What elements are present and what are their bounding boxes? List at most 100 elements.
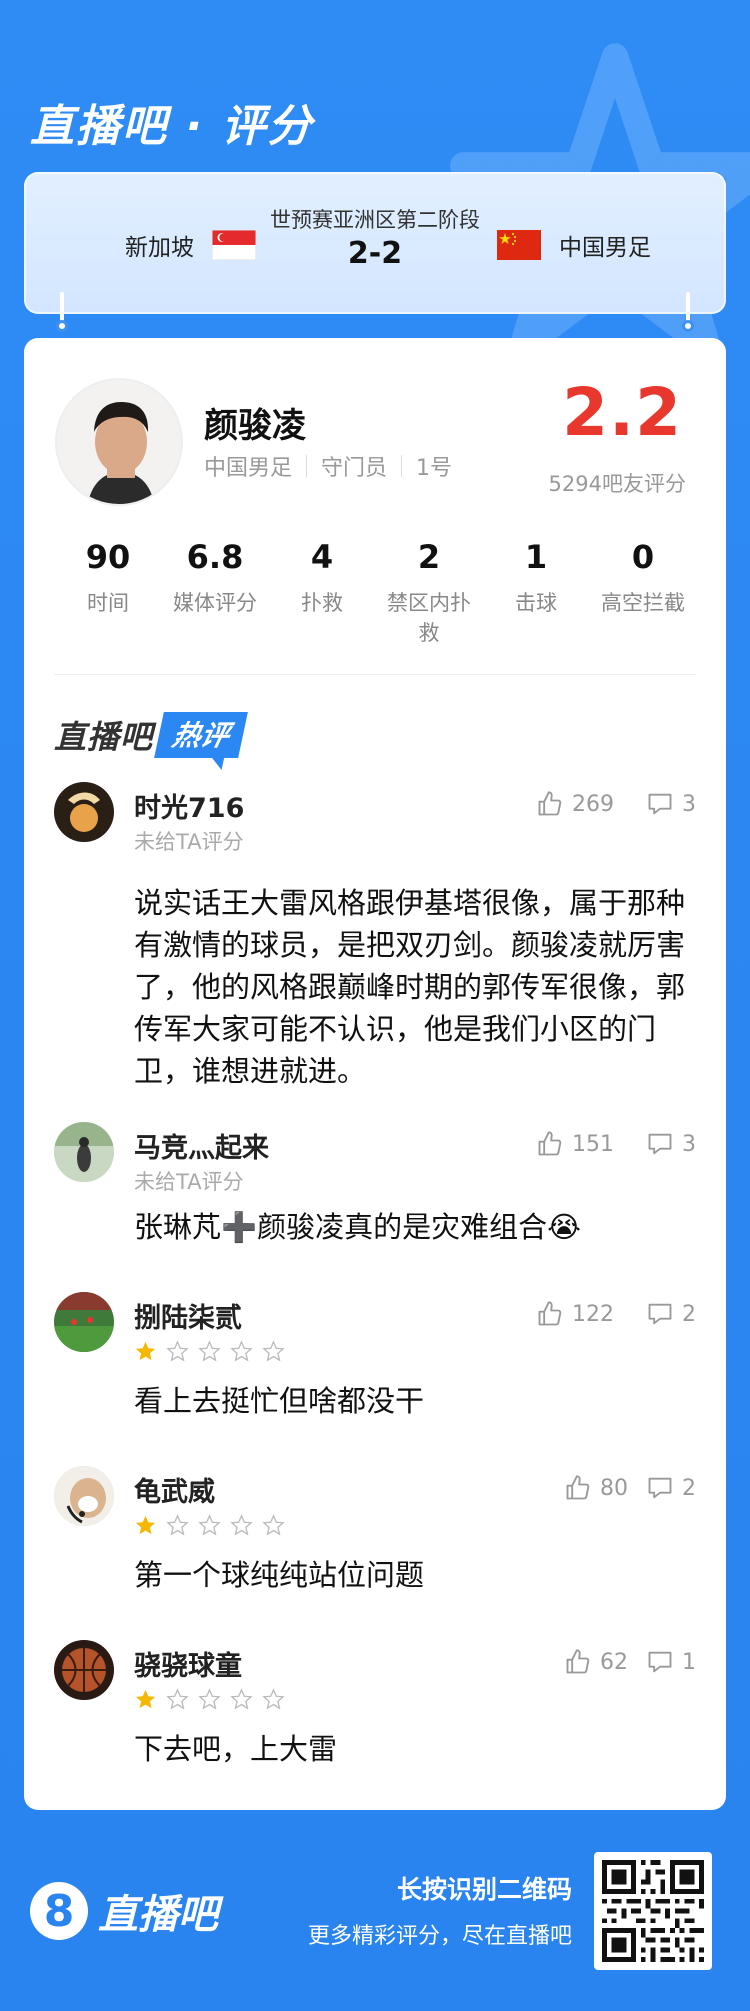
comment-text: 下去吧，上大雷 bbox=[134, 1732, 338, 1766]
stat-box-saves: 2 禁区内扑救 bbox=[375, 538, 483, 648]
like-count: 122 bbox=[572, 1301, 614, 1327]
star-empty-icon bbox=[262, 1340, 285, 1362]
away-team: 中国男足 bbox=[497, 228, 651, 262]
player-avatar bbox=[55, 378, 183, 506]
stat-value: 1 bbox=[524, 538, 548, 576]
stat-punches: 1 击球 bbox=[482, 538, 590, 618]
reply-count: 2 bbox=[682, 1475, 696, 1501]
stat-value: 4 bbox=[310, 538, 334, 576]
away-team-name: 中国男足 bbox=[559, 235, 651, 261]
stat-time: 90 时间 bbox=[54, 538, 162, 618]
reply-count: 1 bbox=[682, 1649, 696, 1675]
stat-media-rating: 6.8 媒体评分 bbox=[161, 538, 269, 618]
star-empty-icon bbox=[230, 1514, 253, 1536]
like-button[interactable]: 151 bbox=[536, 1130, 614, 1158]
star-empty-icon bbox=[166, 1688, 189, 1710]
star-empty-icon bbox=[230, 1688, 253, 1710]
stat-value: 2 bbox=[417, 538, 441, 576]
qr-code[interactable] bbox=[594, 1852, 712, 1970]
player-rating: 2.2 bbox=[562, 374, 682, 451]
thumbs-up-icon bbox=[538, 1131, 562, 1156]
star-empty-icon bbox=[262, 1688, 285, 1710]
star-rating bbox=[134, 1514, 285, 1537]
qr-hint: 长按识别二维码 bbox=[396, 1875, 572, 1904]
comment-icon bbox=[648, 1303, 672, 1325]
star-empty-icon bbox=[262, 1514, 285, 1536]
player-number: 1号 bbox=[416, 456, 453, 481]
meta-divider bbox=[306, 455, 308, 477]
comment-icon bbox=[648, 1651, 672, 1673]
stat-label: 时间 bbox=[87, 591, 129, 615]
meta-divider bbox=[401, 455, 403, 477]
player-name: 颜骏凌 bbox=[204, 406, 306, 446]
thumbs-up-icon bbox=[538, 791, 562, 816]
hot-comments-header: 直播吧 热评 bbox=[54, 710, 248, 760]
star-empty-icon bbox=[230, 1340, 253, 1362]
rating-count: 5294吧友评分 bbox=[548, 472, 686, 496]
comment-username[interactable]: 马竞灬起来 bbox=[134, 1126, 269, 1165]
avatar[interactable] bbox=[54, 1466, 114, 1526]
star-rating bbox=[134, 1340, 285, 1363]
star-empty-icon bbox=[198, 1688, 221, 1710]
comment-icon bbox=[648, 793, 672, 815]
comment-username[interactable]: 捌陆柒贰 bbox=[134, 1296, 242, 1335]
reply-button[interactable]: 3 bbox=[646, 790, 696, 818]
avatar[interactable] bbox=[54, 1122, 114, 1182]
like-button[interactable]: 80 bbox=[564, 1474, 628, 1502]
page-title: 直播吧 · 评分 bbox=[30, 101, 314, 152]
like-count: 151 bbox=[572, 1131, 614, 1157]
thumbs-up-icon bbox=[566, 1649, 590, 1674]
comment-text: 张琳芃➕颜骏凌真的是灾难组合😭 bbox=[134, 1210, 581, 1244]
like-count: 62 bbox=[600, 1649, 628, 1675]
logo-icon: 8 bbox=[30, 1882, 88, 1940]
comment-username[interactable]: 时光716 bbox=[134, 786, 244, 825]
thumbs-up-icon bbox=[538, 1301, 562, 1326]
comment-rating-status: 未给TA评分 bbox=[134, 830, 244, 854]
reply-count: 3 bbox=[682, 1131, 696, 1157]
star-filled-icon bbox=[135, 1515, 156, 1535]
reply-button[interactable]: 2 bbox=[646, 1300, 696, 1328]
player-rating-card: 颜骏凌 中国男足 守门员 1号 2.2 5294吧友评分 90 时间 6.8 媒… bbox=[24, 338, 726, 1810]
comment-username[interactable]: 骁骁球童 bbox=[134, 1644, 242, 1683]
stat-label: 高空拦截 bbox=[601, 591, 685, 615]
stat-label: 禁区内扑救 bbox=[387, 591, 471, 645]
footer-cta: 长按识别二维码 更多精彩评分，尽在直播吧 bbox=[308, 1870, 572, 1950]
stat-value: 90 bbox=[85, 538, 131, 576]
star-rating bbox=[134, 1688, 285, 1711]
reply-button[interactable]: 2 bbox=[646, 1474, 696, 1502]
comment-text: 第一个球纯纯站位问题 bbox=[134, 1558, 425, 1592]
comment-text: 看上去挺忙但啥都没干 bbox=[134, 1384, 425, 1418]
stat-value: 6.8 bbox=[186, 538, 244, 576]
avatar[interactable] bbox=[54, 1292, 114, 1352]
avatar[interactable] bbox=[54, 782, 114, 842]
star-empty-icon bbox=[166, 1514, 189, 1536]
star-empty-icon bbox=[198, 1340, 221, 1362]
like-button[interactable]: 122 bbox=[536, 1300, 614, 1328]
player-meta: 中国男足 守门员 1号 bbox=[204, 450, 452, 482]
like-count: 269 bbox=[572, 791, 614, 817]
reply-count: 3 bbox=[682, 791, 696, 817]
comment-text: 说实话王大雷风格跟伊基塔很像，属于那种有激情的球员，是把双刃剑。颜骏凌就厉害了，… bbox=[134, 886, 686, 1088]
hot-brand: 直播吧 bbox=[54, 718, 154, 756]
comment-username[interactable]: 龟武威 bbox=[134, 1470, 215, 1509]
match-card: 新加坡 世预赛亚洲区第二阶段 2-2 中国男足 bbox=[24, 172, 726, 314]
hot-badge: 热评 bbox=[154, 712, 248, 758]
reply-count: 2 bbox=[682, 1301, 696, 1327]
star-filled-icon bbox=[135, 1689, 156, 1709]
thumbs-up-icon bbox=[566, 1475, 590, 1500]
player-team: 中国男足 bbox=[204, 456, 293, 481]
stat-value: 0 bbox=[631, 538, 655, 576]
star-filled-icon bbox=[135, 1341, 156, 1361]
avatar[interactable] bbox=[54, 1640, 114, 1700]
like-count: 80 bbox=[600, 1475, 628, 1501]
stat-label: 击球 bbox=[515, 591, 557, 615]
footer-brand: 直播吧 bbox=[98, 1892, 218, 1938]
like-button[interactable]: 62 bbox=[564, 1648, 628, 1676]
stats-row: 90 时间 6.8 媒体评分 4 扑救 2 禁区内扑救 1 击球 0 高空拦截 bbox=[24, 538, 726, 658]
reply-button[interactable]: 3 bbox=[646, 1130, 696, 1158]
footer-logo: 8 直播吧 bbox=[30, 1882, 218, 1940]
stat-high-claims: 0 高空拦截 bbox=[589, 538, 697, 618]
stat-label: 扑救 bbox=[301, 591, 343, 615]
like-button[interactable]: 269 bbox=[536, 790, 614, 818]
reply-button[interactable]: 1 bbox=[646, 1648, 696, 1676]
